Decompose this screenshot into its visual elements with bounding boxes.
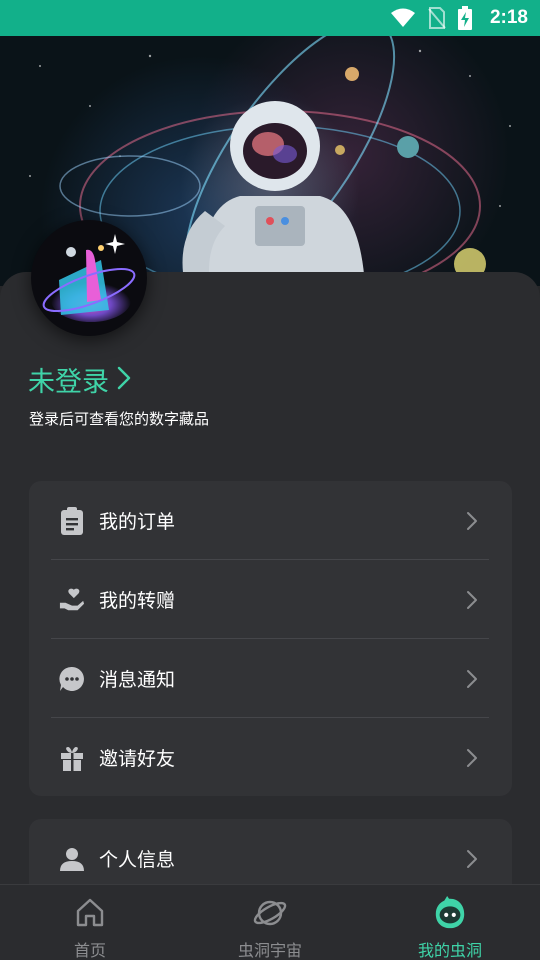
login-subtitle: 登录后可查看您的数字藏品 (29, 410, 210, 428)
clipboard-icon (59, 506, 85, 535)
menu-item-orders[interactable]: 我的订单 (29, 481, 512, 560)
tab-label: 虫洞宇宙 (237, 941, 302, 960)
tab-label: 首页 (73, 941, 106, 960)
person-icon (59, 846, 85, 872)
wifi-icon (390, 8, 416, 28)
status-time: 2:18 (489, 7, 528, 28)
planet-icon (252, 895, 288, 931)
tab-label: 我的虫洞 (417, 941, 482, 960)
tab-home[interactable]: 首页 (0, 885, 180, 960)
login-link[interactable]: 未登录 (28, 360, 131, 399)
home-icon (72, 895, 108, 931)
chevron-right-icon (466, 748, 478, 768)
menu-item-label: 我的转赠 (99, 590, 176, 612)
tab-universe[interactable]: 虫洞宇宙 (180, 885, 360, 960)
heart-hand-icon (59, 587, 85, 613)
menu-group-main: 我的订单 我的转赠 消息通知 邀请好友 (29, 481, 512, 796)
menu-item-notifications[interactable]: 消息通知 (29, 639, 512, 718)
chevron-right-icon (117, 366, 131, 394)
menu-item-label: 个人信息 (99, 849, 176, 871)
chevron-right-icon (466, 669, 478, 689)
status-bar: 2:18 (0, 0, 540, 36)
menu-item-label: 我的订单 (99, 511, 176, 533)
chevron-right-icon (466, 849, 478, 869)
menu-item-label: 消息通知 (99, 669, 176, 691)
menu-item-transfers[interactable]: 我的转赠 (29, 560, 512, 639)
tab-my-wormhole[interactable]: 我的虫洞 (360, 885, 540, 960)
battery-charging-icon (457, 6, 472, 30)
login-title: 未登录 (28, 367, 109, 398)
chevron-right-icon (466, 511, 478, 531)
chevron-right-icon (466, 590, 478, 610)
gift-icon (59, 745, 85, 771)
wormhole-avatar-icon (42, 234, 136, 322)
avatar[interactable] (31, 220, 147, 336)
chat-bubble-icon (59, 666, 85, 692)
wormhole-mascot-icon (432, 895, 468, 931)
no-sim-icon (428, 7, 446, 29)
bottom-nav: 首页 虫洞宇宙 我的虫洞 (0, 884, 540, 960)
menu-item-invite[interactable]: 邀请好友 (29, 718, 512, 797)
menu-item-label: 邀请好友 (99, 748, 176, 770)
